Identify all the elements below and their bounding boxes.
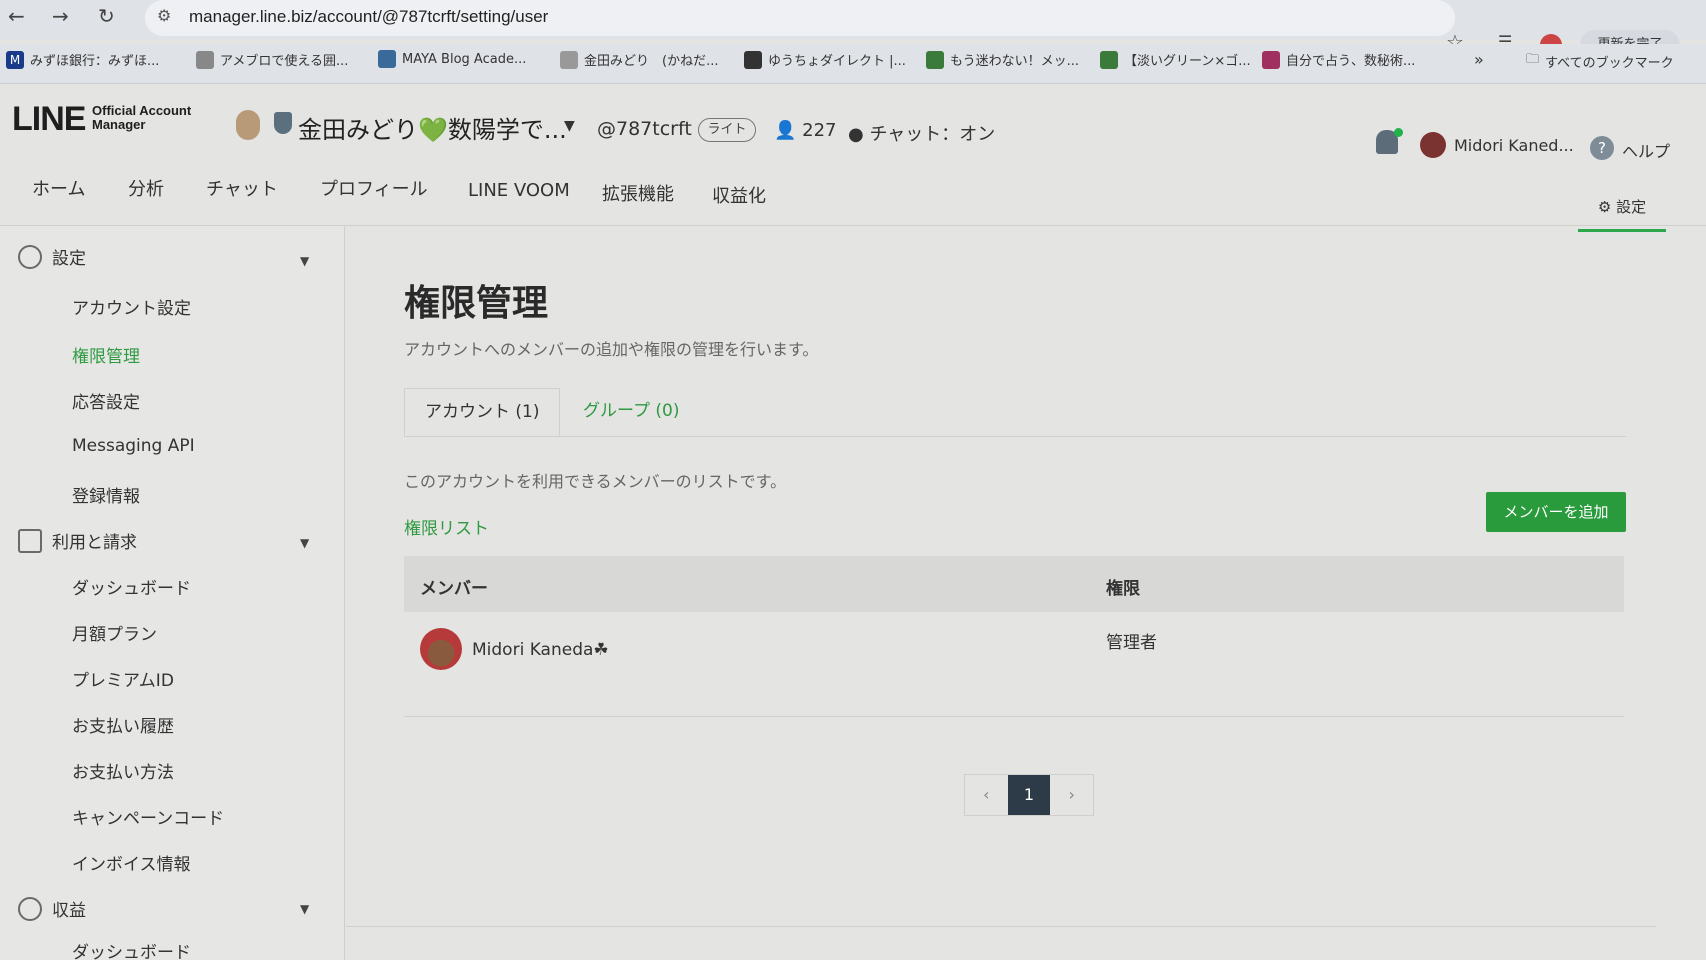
chat-status[interactable]: ● チャット：オン bbox=[848, 120, 995, 146]
gear-icon bbox=[18, 244, 42, 269]
pagination: ‹ 1 › bbox=[964, 774, 1094, 816]
tab-group[interactable]: グループ (0) bbox=[563, 388, 699, 436]
bookmark-item[interactable]: 金田みどり (かねだ... bbox=[560, 50, 718, 69]
add-member-button[interactable]: メンバーを追加 bbox=[1486, 492, 1626, 532]
site-info-icon[interactable]: ⚙ bbox=[157, 6, 171, 25]
chevron-down-icon[interactable]: ▼ bbox=[300, 902, 309, 916]
bookmark-favicon-icon bbox=[378, 50, 396, 68]
back-icon[interactable]: ← bbox=[8, 4, 25, 28]
prev-page-button[interactable]: ‹ bbox=[965, 775, 1008, 815]
member-name: Midori Kaneda☘ bbox=[472, 640, 609, 660]
sidebar-item-permissions[interactable]: 権限管理 bbox=[72, 342, 140, 367]
page-1-button[interactable]: 1 bbox=[1007, 775, 1051, 815]
url-text[interactable]: manager.line.biz/account/@787tcrft/setti… bbox=[189, 7, 548, 27]
gear-icon: ⚙ bbox=[1597, 198, 1612, 216]
nav-analytics[interactable]: 分析 bbox=[128, 175, 164, 201]
sidebar-item-payment-method[interactable]: お支払い方法 bbox=[72, 758, 174, 783]
bookmark-favicon-icon bbox=[744, 50, 762, 69]
account-avatar[interactable] bbox=[236, 110, 260, 140]
chevron-down-icon[interactable]: ▼ bbox=[300, 536, 309, 550]
bookmark-favicon-icon bbox=[196, 50, 214, 69]
people-icon: 👤 bbox=[774, 120, 797, 141]
sidebar-item-payment-history[interactable]: お支払い履歴 bbox=[72, 712, 174, 737]
bookmark-favicon-icon bbox=[1262, 50, 1280, 69]
sidebar-item-registration[interactable]: 登録情報 bbox=[72, 482, 140, 507]
chevron-down-icon[interactable]: ▼ bbox=[564, 118, 575, 134]
column-header-member: メンバー bbox=[420, 579, 488, 599]
table-header bbox=[404, 556, 1624, 612]
bookmark-item[interactable]: 【淡いグリーン×ゴ... bbox=[1100, 50, 1251, 69]
sidebar-item-campaign-code[interactable]: キャンペーンコード bbox=[72, 804, 224, 829]
shield-icon bbox=[274, 112, 292, 134]
member-role: 管理者 bbox=[1106, 633, 1157, 653]
next-page-button[interactable]: › bbox=[1050, 775, 1093, 815]
bookmark-item[interactable]: アメブロで使える囲... bbox=[196, 50, 348, 69]
dollar-icon bbox=[18, 896, 42, 921]
reload-icon[interactable]: ↻ bbox=[98, 4, 115, 28]
page-description: アカウントへのメンバーの追加や権限の管理を行います。 bbox=[404, 340, 819, 359]
tabs-divider bbox=[404, 436, 1626, 437]
address-bar[interactable]: ⚙ manager.line.biz/account/@787tcrft/set… bbox=[145, 0, 1455, 36]
bookmark-item[interactable]: もう迷わない！メッ... bbox=[926, 50, 1079, 69]
sidebar-item-dashboard[interactable]: ダッシュボード bbox=[72, 574, 191, 599]
bookmark-item[interactable]: M みずほ銀行：みずほ... bbox=[6, 50, 159, 69]
sidebar-section-revenue[interactable]: 収益 bbox=[18, 896, 86, 921]
sidebar-item-response-settings[interactable]: 応答設定 bbox=[72, 388, 140, 413]
line-logo[interactable]: LINE bbox=[12, 100, 86, 139]
forward-icon[interactable]: → bbox=[52, 4, 69, 28]
all-bookmarks[interactable]: 🗀 すべてのブックマーク bbox=[1526, 50, 1674, 72]
table-divider bbox=[404, 716, 1624, 717]
nav-chat[interactable]: チャット bbox=[206, 175, 278, 201]
account-id: @787tcrft bbox=[597, 118, 692, 140]
nav-extensions[interactable]: 拡張機能 bbox=[602, 180, 674, 206]
help-link[interactable]: ヘルプ bbox=[1622, 138, 1670, 162]
bookmark-item[interactable]: MAYA Blog Acade... bbox=[378, 50, 526, 68]
nav-home[interactable]: ホーム bbox=[32, 175, 85, 201]
sidebar-item-invoice-info[interactable]: インボイス情報 bbox=[72, 850, 191, 875]
permission-list-link[interactable]: 権限リスト bbox=[404, 514, 489, 539]
chevron-down-icon[interactable]: ▼ bbox=[300, 254, 309, 268]
sidebar-item-revenue-dashboard[interactable]: ダッシュボード bbox=[72, 938, 191, 960]
plan-badge: ライト bbox=[698, 118, 756, 142]
account-name[interactable]: 金田みどり💚数陽学で... bbox=[298, 110, 567, 145]
list-description: このアカウントを利用できるメンバーのリストです。 bbox=[404, 472, 787, 491]
sidebar-section-billing[interactable]: 利用と請求 bbox=[18, 528, 137, 553]
sidebar-item-premium-id[interactable]: プレミアムID bbox=[72, 666, 174, 691]
page-title: 権限管理 bbox=[404, 283, 549, 324]
sidebar-item-messaging-api[interactable]: Messaging API bbox=[72, 436, 195, 456]
nav-line-voom[interactable]: LINE VOOM bbox=[468, 180, 570, 201]
bookmark-item[interactable]: ゆうちょダイレクト |... bbox=[744, 50, 906, 69]
column-header-role: 権限 bbox=[1106, 579, 1140, 599]
sidebar-item-account-settings[interactable]: アカウント設定 bbox=[72, 294, 191, 319]
folder-icon: 🗀 bbox=[1526, 52, 1540, 67]
chat-bubble-icon: ● bbox=[848, 124, 864, 145]
nav-monetization[interactable]: 収益化 bbox=[712, 182, 766, 208]
bookmark-item[interactable]: 自分で占う、数秘術... bbox=[1262, 50, 1415, 69]
bookmark-favicon-icon: M bbox=[6, 50, 24, 69]
bookmark-favicon-icon bbox=[560, 50, 578, 69]
tab-account[interactable]: アカウント (1) bbox=[404, 388, 561, 436]
user-avatar[interactable] bbox=[1420, 132, 1446, 158]
bookmark-favicon-icon bbox=[926, 50, 944, 69]
user-name[interactable]: Midori Kaned... bbox=[1454, 136, 1574, 155]
content-divider bbox=[346, 926, 1656, 927]
notification-dot bbox=[1394, 128, 1403, 137]
help-icon[interactable]: ? bbox=[1590, 136, 1614, 160]
more-bookmarks-icon[interactable]: » bbox=[1474, 50, 1484, 69]
avatar bbox=[420, 628, 462, 670]
friends-count: 👤 227 bbox=[774, 120, 837, 141]
nav-profile[interactable]: プロフィール bbox=[320, 175, 428, 201]
receipt-icon bbox=[18, 528, 42, 553]
logo-subtitle: Official Account Manager bbox=[92, 103, 192, 132]
sidebar-item-monthly-plan[interactable]: 月額プラン bbox=[72, 620, 157, 645]
bookmark-favicon-icon bbox=[1100, 50, 1118, 69]
sidebar-section-settings[interactable]: 設定 bbox=[18, 244, 86, 269]
